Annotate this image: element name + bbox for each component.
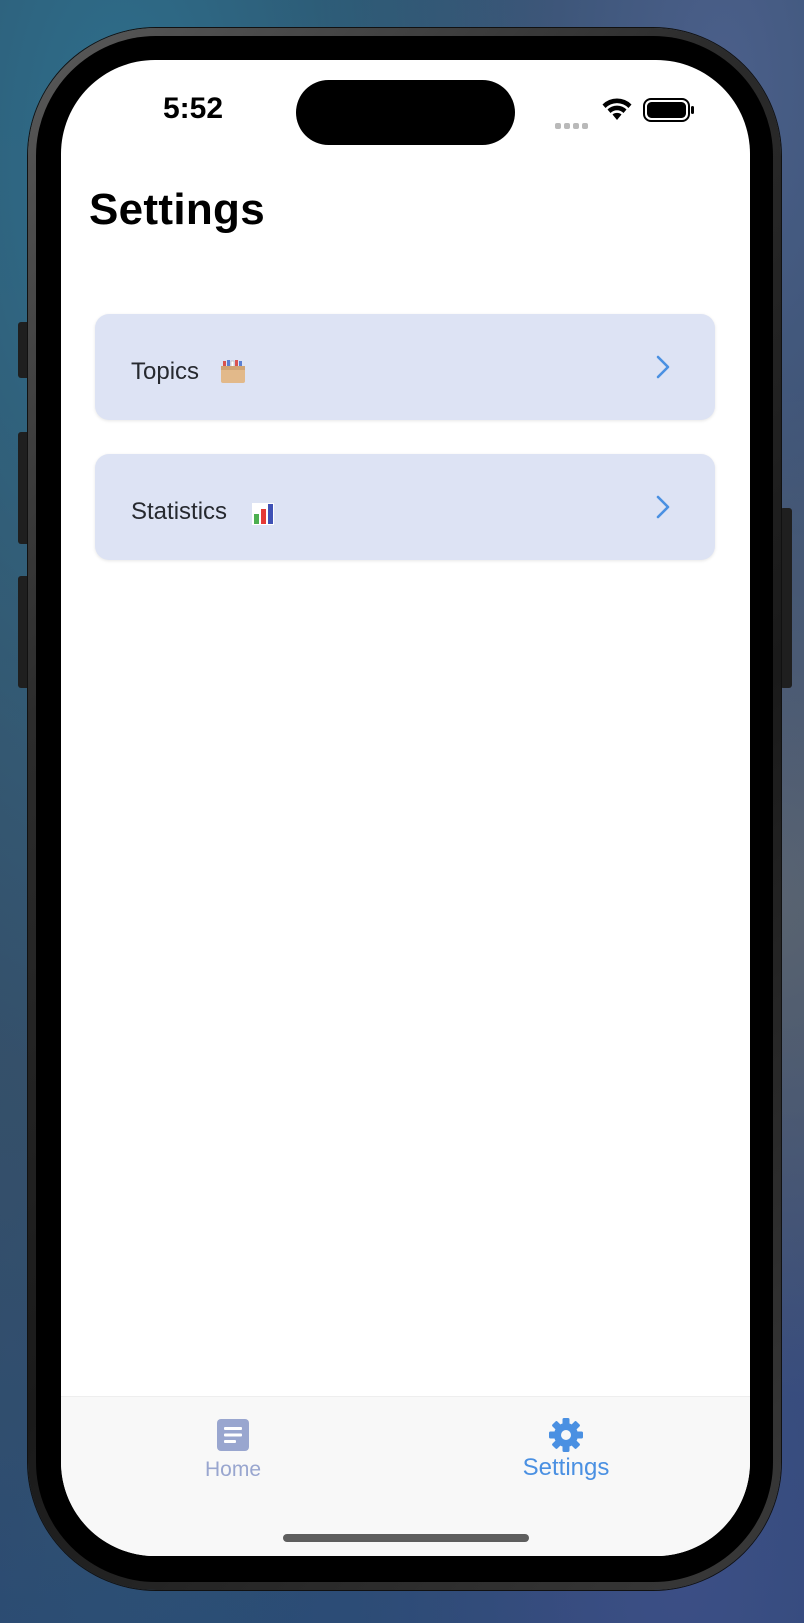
tab-settings[interactable]: Settings	[466, 1397, 666, 1497]
document-icon	[217, 1419, 249, 1451]
topics-menu-item[interactable]: Topics	[95, 314, 715, 420]
wifi-icon	[602, 98, 632, 120]
home-indicator[interactable]	[283, 1534, 529, 1542]
chevron-right-icon	[656, 495, 670, 519]
card-file-box-icon	[221, 360, 245, 383]
tab-home[interactable]: Home	[133, 1397, 333, 1497]
gear-icon	[549, 1418, 583, 1452]
bar-chart-icon	[252, 503, 274, 525]
statistics-label: Statistics	[131, 498, 228, 525]
dynamic-island	[296, 80, 515, 145]
cellular-signal-icon	[555, 116, 595, 129]
page-title: Settings	[89, 185, 265, 234]
tab-home-label: Home	[204, 1458, 262, 1481]
statistics-menu-item[interactable]: Statistics	[95, 454, 715, 560]
tab-bar: Home Settings	[61, 1396, 750, 1556]
chevron-right-icon	[656, 355, 670, 379]
phone-screen: 5:52 Settings Topics Statistics Home Set…	[61, 60, 750, 1556]
status-time: 5:52	[162, 92, 224, 125]
power-button	[780, 508, 792, 688]
battery-icon	[643, 98, 694, 122]
topics-label: Topics	[131, 358, 200, 385]
status-indicators	[555, 96, 705, 129]
tab-settings-label: Settings	[522, 1454, 610, 1481]
